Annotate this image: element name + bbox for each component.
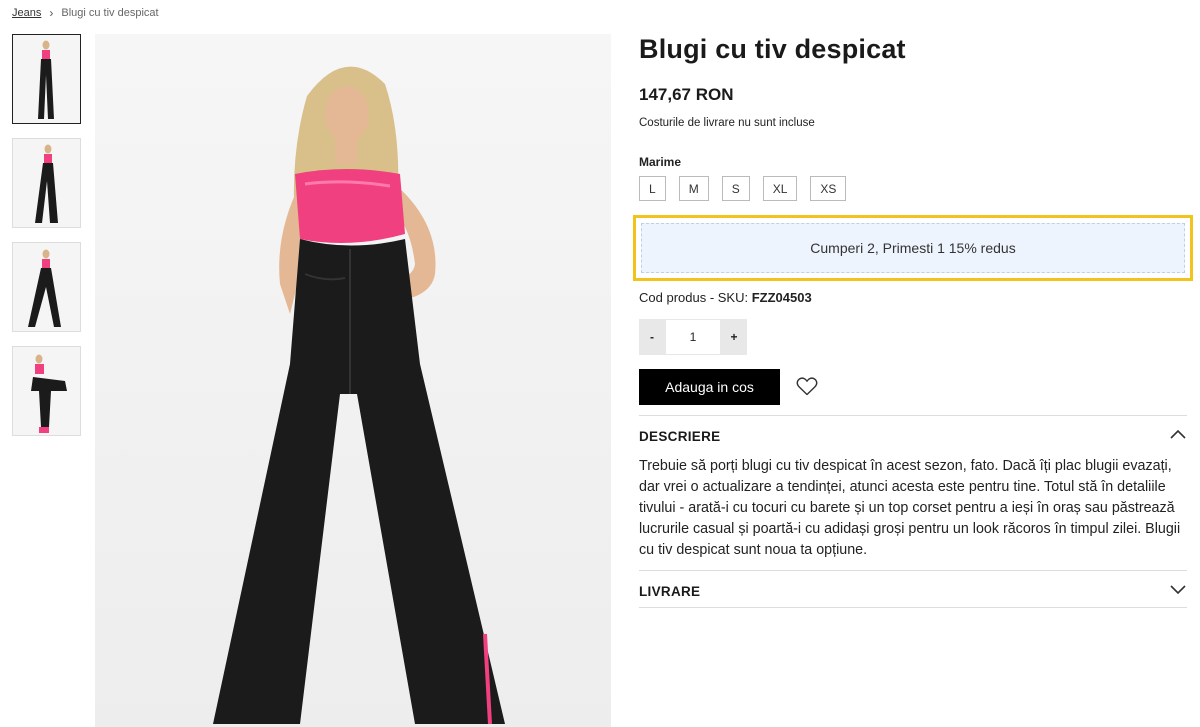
promo-banner[interactable]: Cumperi 2, Primesti 1 15% redus bbox=[641, 223, 1185, 273]
thumbnail-1[interactable] bbox=[12, 34, 81, 124]
chevron-right-icon: › bbox=[49, 6, 54, 20]
description-text: Trebuie să porți blugi cu tiv despicat î… bbox=[639, 458, 1181, 558]
thumbnail-4[interactable] bbox=[12, 346, 81, 436]
promo-highlight: Cumperi 2, Primesti 1 15% redus bbox=[633, 215, 1193, 281]
breadcrumb-link-jeans[interactable]: Jeans bbox=[12, 7, 41, 19]
product-sku: Cod produs - SKU: FZZ04503 bbox=[639, 290, 812, 305]
sku-label: Cod produs - SKU: bbox=[639, 290, 749, 305]
thumbnail-2[interactable] bbox=[12, 138, 81, 228]
model-wearing-jeans-illustration bbox=[95, 34, 611, 727]
wishlist-heart-icon[interactable] bbox=[795, 374, 819, 398]
shipping-note: Costurile de livrare nu sunt incluse bbox=[639, 117, 815, 129]
shipping-title: LIVRARE bbox=[639, 583, 701, 599]
size-selector: L M S XL XS bbox=[639, 176, 1187, 201]
breadcrumb: Jeans › Blugi cu tiv despicat bbox=[12, 6, 159, 20]
sku-value: FZZ04503 bbox=[751, 290, 812, 305]
quantity-decrease-button[interactable]: - bbox=[639, 319, 665, 355]
size-option-s[interactable]: S bbox=[721, 176, 750, 201]
shipping-header[interactable]: LIVRARE bbox=[639, 582, 1187, 600]
size-label: Marime bbox=[639, 155, 682, 169]
product-title: Blugi cu tiv despicat bbox=[639, 34, 906, 64]
product-price: 147,67 RON bbox=[639, 85, 734, 104]
size-option-xs[interactable]: XS bbox=[810, 176, 847, 201]
description-section: DESCRIERE Trebuie să porți blugi cu tiv … bbox=[639, 415, 1187, 571]
add-to-cart-button[interactable]: Adauga in cos bbox=[639, 369, 780, 405]
thumbnail-gallery bbox=[12, 34, 81, 450]
quantity-input[interactable] bbox=[665, 319, 721, 355]
size-option-l[interactable]: L bbox=[639, 176, 666, 201]
quantity-stepper: - + bbox=[639, 319, 747, 355]
chevron-up-icon bbox=[1169, 427, 1187, 445]
description-title: DESCRIERE bbox=[639, 428, 721, 444]
model-side-photo bbox=[13, 139, 80, 227]
description-header[interactable]: DESCRIERE bbox=[639, 427, 1187, 445]
quantity-increase-button[interactable]: + bbox=[721, 319, 747, 355]
chevron-down-icon bbox=[1169, 582, 1187, 600]
size-option-m[interactable]: M bbox=[678, 176, 709, 201]
model-walking-photo bbox=[13, 243, 80, 331]
breadcrumb-current: Blugi cu tiv despicat bbox=[61, 7, 159, 19]
product-info: Blugi cu tiv despicat 147,67 RON Costuri… bbox=[639, 34, 1187, 201]
model-sitting-photo bbox=[13, 347, 80, 435]
shipping-section: LIVRARE bbox=[639, 570, 1187, 608]
thumbnail-3[interactable] bbox=[12, 242, 81, 332]
size-option-xl[interactable]: XL bbox=[762, 176, 798, 201]
main-product-image[interactable] bbox=[95, 34, 611, 727]
model-front-photo bbox=[13, 35, 80, 123]
